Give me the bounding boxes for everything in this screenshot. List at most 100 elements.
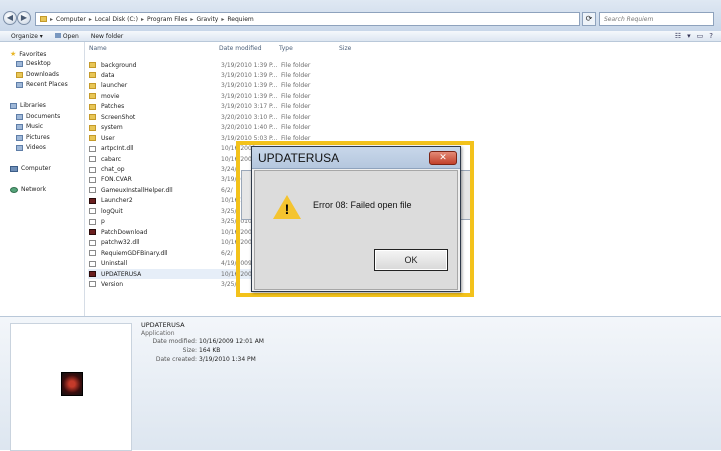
file-name: User	[101, 134, 115, 142]
breadcrumb-program-files[interactable]: Program Files	[147, 16, 187, 23]
details-created-value: 3/19/2010 1:34 PM	[199, 356, 256, 363]
file-row[interactable]: movie 3/19/2010 1:39 P... File folder	[88, 91, 368, 101]
file-row[interactable]: launcher 3/19/2010 1:39 P... File folder	[88, 81, 368, 91]
preview-pane-icon[interactable]: ▭	[697, 32, 704, 40]
help-icon[interactable]: ?	[709, 32, 713, 40]
file-name: data	[101, 71, 115, 79]
details-file-name: UPDATERUSA	[141, 321, 185, 329]
column-header-type[interactable]: Type	[279, 45, 293, 55]
forward-button[interactable]: ▶	[17, 11, 31, 25]
application-icon	[61, 372, 83, 396]
nav-favorites[interactable]: ★ Favorites	[10, 50, 46, 58]
column-header-name[interactable]: Name	[89, 45, 107, 55]
file-name: launcher	[101, 82, 128, 90]
close-icon[interactable]: ✕	[429, 151, 457, 165]
nav-downloads[interactable]: Downloads	[16, 71, 59, 78]
file-icon	[89, 260, 96, 267]
file-name: movie	[101, 92, 120, 100]
nav-videos[interactable]: Videos	[16, 144, 46, 151]
file-date: 3/24/	[221, 166, 237, 173]
breadcrumb-gravity[interactable]: Gravity	[196, 16, 218, 23]
file-name: chat_op	[101, 166, 125, 173]
details-file-type: Application	[141, 330, 175, 337]
file-name: FON.CVAR	[101, 176, 132, 184]
error-dialog: UPDATERUSA ✕ ! Error 08: Failed open fil…	[251, 146, 461, 292]
nav-music[interactable]: Music	[16, 123, 43, 130]
refresh-button[interactable]: ⟳	[582, 12, 596, 26]
nav-videos-label: Videos	[26, 144, 46, 151]
details-created-label: Date created:	[155, 356, 197, 363]
file-name: artpcInt.dll	[101, 145, 134, 153]
file-type: File folder	[281, 124, 311, 132]
column-header-date[interactable]: Date modified	[219, 45, 262, 55]
file-date: 3/25/	[221, 280, 237, 288]
file-name: cabarc	[101, 155, 122, 163]
nav-libraries[interactable]: Libraries	[10, 102, 46, 109]
open-button[interactable]: Open	[52, 32, 82, 40]
nav-network[interactable]: Network	[10, 186, 46, 193]
view-dropdown-icon[interactable]: ▾	[687, 32, 691, 40]
open-label: Open	[62, 32, 79, 40]
organize-button[interactable]: Organize ▾	[8, 33, 46, 40]
nav-documents[interactable]: Documents	[16, 113, 60, 120]
file-type: File folder	[281, 82, 311, 90]
file-row[interactable]: Patches 3/19/2010 3:17 P... File folder	[88, 102, 368, 112]
breadcrumb-requiem[interactable]: Requiem	[227, 16, 253, 23]
dialog-title-bar: UPDATERUSA ✕	[252, 147, 460, 169]
file-name: logQuit	[101, 207, 123, 215]
nav-libraries-label: Libraries	[20, 102, 46, 109]
view-controls: ☷ ▾ ▭ ?	[675, 32, 721, 40]
search-input[interactable]: Search Requiem	[599, 12, 714, 26]
breadcrumb-computer[interactable]: Computer	[56, 16, 86, 23]
pictures-icon	[16, 134, 23, 141]
network-icon	[10, 186, 18, 193]
file-row[interactable]: ScreenShot 3/20/2010 3:10 P... File folder	[88, 112, 368, 122]
view-options-icon[interactable]: ☷	[675, 32, 681, 40]
nav-desktop[interactable]: Desktop	[16, 60, 51, 67]
music-icon	[16, 123, 23, 130]
file-icon	[89, 166, 96, 173]
file-row[interactable]: background 3/19/2010 1:39 P... File folder	[88, 60, 368, 70]
folder-icon	[40, 16, 47, 22]
nav-computer[interactable]: Computer	[10, 165, 51, 172]
warning-exclamation: !	[284, 201, 290, 217]
breadcrumb-local-disk[interactable]: Local Disk (C:)	[95, 16, 138, 23]
nav-pictures[interactable]: Pictures	[16, 134, 50, 141]
breadcrumb-separator: ▸	[221, 15, 225, 23]
nav-recent[interactable]: Recent Places	[16, 81, 68, 88]
file-name: UPDATERUSA	[101, 270, 142, 278]
file-icon	[89, 145, 96, 152]
file-type: File folder	[281, 61, 311, 69]
recent-places-icon	[16, 81, 23, 88]
address-bar[interactable]: ▸ Computer ▸ Local Disk (C:) ▸ Program F…	[35, 12, 580, 26]
file-date: 3/20/2010 3:10 P...	[221, 113, 278, 121]
back-button[interactable]: ◀	[3, 11, 17, 25]
navigation-pane: ★ Favorites Desktop Downloads Recent Plac…	[0, 42, 85, 316]
file-type: File folder	[281, 71, 311, 79]
preview-thumbnail	[10, 323, 132, 451]
file-date: 3/20/2010 1:40 P...	[221, 124, 278, 132]
title-bar: ◀ ▶ ▸ Computer ▸ Local Disk (C:) ▸ Progr…	[0, 0, 721, 31]
file-row[interactable]: system 3/20/2010 1:40 P... File folder	[88, 123, 368, 133]
computer-icon	[10, 165, 18, 172]
breadcrumb-separator: ▸	[50, 15, 54, 23]
dialog-body: ! Error 08: Failed open file OK	[254, 170, 458, 290]
column-header-size[interactable]: Size	[339, 45, 351, 55]
nav-music-label: Music	[26, 123, 44, 130]
file-row[interactable]: data 3/19/2010 1:39 P... File folder	[88, 70, 368, 80]
desktop-icon	[16, 60, 23, 67]
file-icon	[89, 176, 96, 183]
file-type: File folder	[281, 92, 311, 100]
file-type: File folder	[281, 103, 311, 111]
folder-icon	[89, 135, 96, 142]
file-date: 3/25/	[221, 207, 237, 215]
file-icon	[89, 187, 96, 194]
file-name: ScreenShot	[101, 113, 136, 121]
new-folder-button[interactable]: New folder	[88, 33, 126, 40]
nav-network-label: Network	[21, 186, 47, 193]
file-name: p	[101, 218, 105, 226]
application-icon	[89, 271, 96, 277]
folder-icon	[89, 72, 96, 79]
ok-button[interactable]: OK	[374, 249, 448, 271]
folder-icon	[89, 114, 96, 121]
